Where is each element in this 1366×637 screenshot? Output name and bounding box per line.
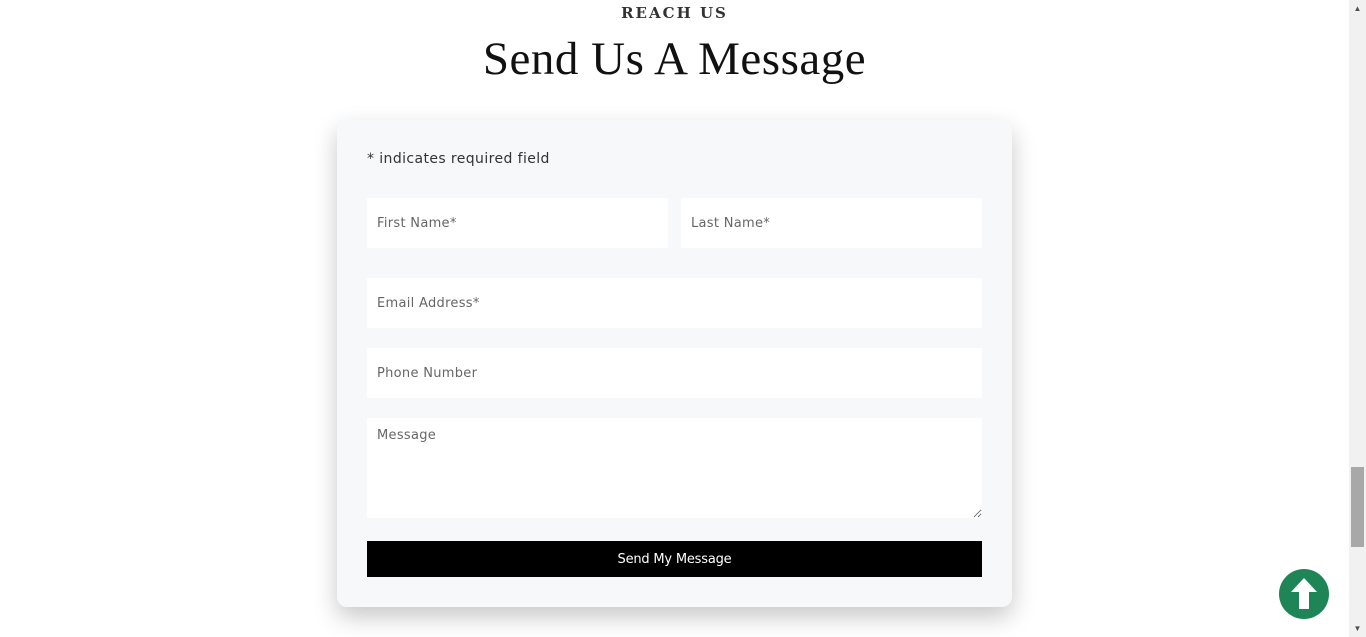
vertical-scrollbar[interactable]: ▲ ▼ xyxy=(1349,0,1366,637)
email-field[interactable] xyxy=(367,278,982,328)
message-field[interactable] xyxy=(367,418,982,518)
scrollbar-thumb[interactable] xyxy=(1351,467,1364,547)
section-eyebrow: REACH US xyxy=(621,4,728,22)
required-field-note: * indicates required field xyxy=(367,151,550,167)
page: REACH US Send Us A Message * indicates r… xyxy=(0,0,1349,637)
scroll-down-arrow-icon[interactable]: ▼ xyxy=(1349,620,1366,637)
scroll-up-arrow-icon[interactable]: ▲ xyxy=(1349,0,1366,17)
last-name-field[interactable] xyxy=(681,198,982,248)
first-name-field[interactable] xyxy=(367,198,668,248)
contact-form-card: * indicates required field Send My Messa… xyxy=(337,120,1012,607)
send-message-button[interactable]: Send My Message xyxy=(367,541,982,577)
page-title: Send Us A Message xyxy=(482,33,867,85)
arrow-up-icon xyxy=(1291,578,1317,609)
scroll-to-top-button[interactable] xyxy=(1279,569,1329,619)
phone-field[interactable] xyxy=(367,348,982,398)
